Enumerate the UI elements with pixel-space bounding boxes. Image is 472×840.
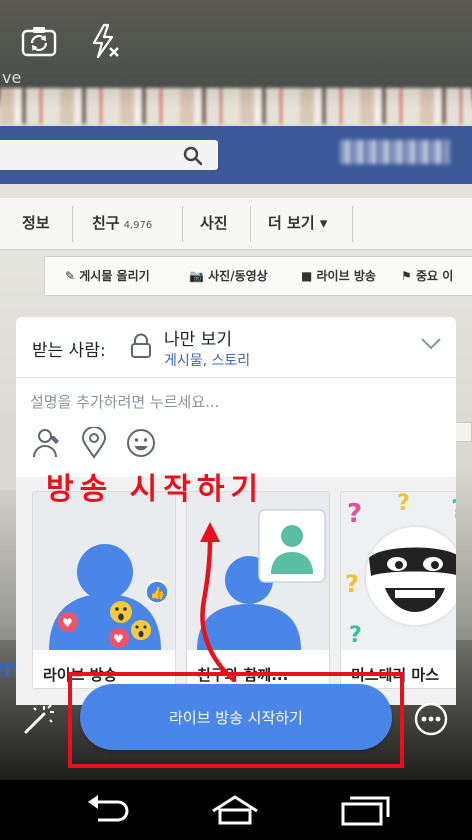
annotation-highlight-box — [68, 672, 404, 768]
background-action-live: ■ 라이브 방송 — [301, 269, 376, 283]
system-nav-bar — [0, 780, 472, 840]
description-input[interactable] — [30, 387, 440, 417]
background-tabs: 정보 친구 4,976 사진 더 보기 ▾ — [0, 198, 472, 250]
svg-text:👍: 👍 — [150, 586, 165, 600]
privacy-subtitle: 게시물, 스토리 — [164, 353, 251, 369]
svg-text:?: ? — [451, 495, 456, 525]
feeling-smiley-icon[interactable] — [126, 427, 156, 459]
background-action-post: ✎ 게시물 올리기 — [65, 269, 150, 283]
background-tab-photos: 사진 — [200, 214, 228, 232]
annotation-arrow-icon — [200, 522, 237, 682]
mystery-mask-art: ? ? ? ? ? ? ? — [341, 492, 456, 650]
magic-wand-icon[interactable] — [20, 700, 56, 736]
annotation-text: 방송 시작하기 — [46, 472, 265, 507]
background-tab-info: 정보 — [22, 214, 50, 232]
back-icon[interactable] — [84, 794, 134, 826]
svg-text:?: ? — [345, 570, 359, 598]
divider — [16, 377, 456, 378]
audience-label: 받는 사람: — [32, 341, 106, 361]
svg-text:?: ? — [397, 492, 410, 516]
live-reactions-art: ♥ ♥ 👍 — [33, 492, 175, 650]
svg-text:?: ? — [349, 623, 362, 648]
effect-card-live[interactable]: ♥ ♥ 👍 라이브 방송 — [32, 491, 176, 689]
more-icon[interactable] — [414, 702, 448, 736]
background-fragment: ve — [2, 68, 22, 87]
background-tab-more: 더 보기 ▾ — [268, 214, 328, 232]
svg-text:♥: ♥ — [113, 632, 124, 646]
flash-off-icon[interactable] — [86, 22, 124, 60]
camera-flip-icon[interactable] — [20, 22, 58, 60]
home-icon[interactable] — [210, 794, 260, 826]
blurred-profile-name — [340, 140, 450, 164]
background-action-bar: ✎ 게시물 올리기 📷 사진/동영상 ■ 라이브 방송 ⚑ 중요 이 — [44, 256, 472, 296]
background-action-photo: 📷 사진/동영상 — [189, 269, 268, 283]
audience-selector[interactable]: 받는 사람: 나만 보기 게시물, 스토리 — [16, 317, 456, 377]
svg-text:?: ? — [347, 499, 362, 529]
background-action-milestone: ⚑ 중요 이 — [401, 269, 454, 283]
effect-card-mystery[interactable]: ? ? ? ? ? ? ? 미스테리 마스 — [340, 491, 456, 689]
lock-icon — [131, 333, 151, 358]
background-tab-friends: 친구 4,976 — [92, 214, 153, 232]
tag-friends-icon[interactable] — [32, 427, 62, 459]
svg-text:♥: ♥ — [62, 616, 73, 630]
privacy-title: 나만 보기 — [164, 330, 232, 350]
location-pin-icon[interactable] — [79, 427, 109, 459]
recent-apps-icon[interactable] — [340, 794, 390, 826]
search-icon — [183, 146, 203, 166]
chevron-down-icon[interactable] — [420, 337, 442, 351]
blurred-bookmarks — [0, 88, 472, 124]
